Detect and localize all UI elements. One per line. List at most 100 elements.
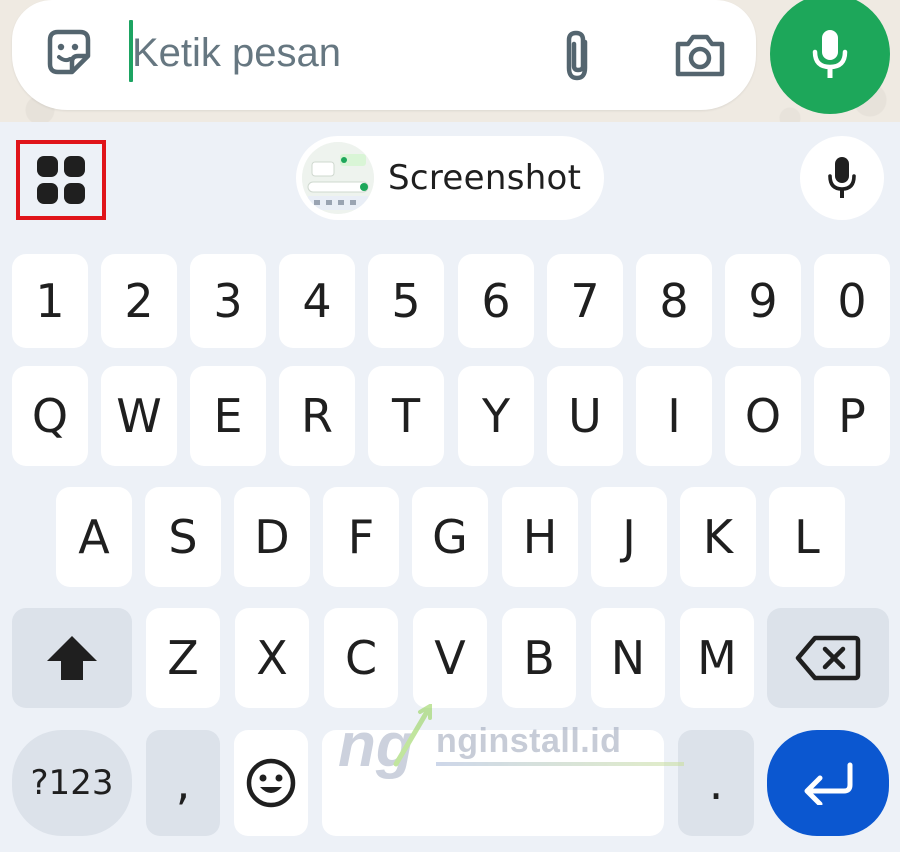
key-letter-k[interactable]: K [680,487,756,587]
key-letter-m[interactable]: M [680,608,754,708]
key-label: Y [481,389,511,443]
key-number-6[interactable]: 6 [458,254,534,348]
voice-message-button[interactable] [770,0,890,114]
camera-icon[interactable] [672,30,728,80]
key-letter-a[interactable]: A [56,487,132,587]
key-label: 6 [481,274,511,328]
key-label: C [344,631,378,685]
key-label: T [391,389,421,443]
key-label: O [744,389,782,443]
key-number-5[interactable]: 5 [368,254,444,348]
key-label: X [256,631,288,685]
key-letter-i[interactable]: I [636,366,712,466]
key-number-0[interactable]: 0 [814,254,890,348]
key-letter-j[interactable]: J [591,487,667,587]
key-letter-g[interactable]: G [412,487,488,587]
key-label: 1 [35,274,65,328]
key-label: 9 [748,274,778,328]
backspace-icon [795,635,861,681]
key-label: S [168,510,198,564]
key-letter-c[interactable]: C [324,608,398,708]
key-number-9[interactable]: 9 [725,254,801,348]
comma-key-label: , [175,756,191,810]
keyboard-voice-button[interactable] [800,136,884,220]
shift-key[interactable] [12,608,132,708]
key-letter-p[interactable]: P [814,366,890,466]
period-key[interactable]: . [678,730,754,836]
key-letter-y[interactable]: Y [458,366,534,466]
key-label: 5 [391,274,421,328]
key-label: V [434,631,466,685]
key-label: A [78,510,110,564]
key-label: M [697,631,737,685]
key-label: L [794,510,820,564]
chat-input-bar [0,0,900,122]
key-label: H [522,510,558,564]
key-letter-v[interactable]: V [413,608,487,708]
message-input[interactable] [132,24,532,82]
key-label: N [610,631,646,685]
key-letter-e[interactable]: E [190,366,266,466]
key-label: R [301,389,333,443]
key-number-7[interactable]: 7 [547,254,623,348]
screenshot-thumbnail [302,142,374,214]
key-letter-x[interactable]: X [235,608,309,708]
enter-key[interactable] [767,730,889,836]
key-letter-o[interactable]: O [725,366,801,466]
sticker-icon[interactable] [42,26,96,80]
key-label: 3 [213,274,243,328]
key-label: Q [31,389,69,443]
keyboard-apps-button[interactable] [16,140,106,220]
key-label: F [347,510,375,564]
comma-key[interactable]: , [146,730,220,836]
key-letter-w[interactable]: W [101,366,177,466]
period-key-label: . [708,756,724,810]
symbols-key[interactable]: ?123 [12,730,132,836]
key-letter-n[interactable]: N [591,608,665,708]
key-letter-b[interactable]: B [502,608,576,708]
clipboard-chip-label: Screenshot [388,158,582,198]
key-letter-f[interactable]: F [323,487,399,587]
key-label: 0 [837,274,867,328]
shift-arrow-icon [47,636,97,680]
key-letter-r[interactable]: R [279,366,355,466]
key-label: 7 [570,274,600,328]
key-label: J [622,510,636,564]
key-label: B [523,631,555,685]
microphone-icon [812,30,848,78]
key-number-2[interactable]: 2 [101,254,177,348]
emoji-key[interactable] [234,730,308,836]
key-label: G [432,510,468,564]
key-number-1[interactable]: 1 [12,254,88,348]
key-letter-s[interactable]: S [145,487,221,587]
key-label: Z [167,631,199,685]
key-label: 8 [659,274,689,328]
paperclip-icon[interactable] [557,28,599,84]
key-number-3[interactable]: 3 [190,254,266,348]
key-label: K [702,510,734,564]
key-letter-u[interactable]: U [547,366,623,466]
enter-arrow-icon [804,762,853,805]
key-label: 4 [302,274,332,328]
key-letter-z[interactable]: Z [146,608,220,708]
key-label: 2 [124,274,154,328]
key-letter-t[interactable]: T [368,366,444,466]
key-number-8[interactable]: 8 [636,254,712,348]
key-letter-h[interactable]: H [502,487,578,587]
grid-apps-icon [37,156,85,204]
symbols-key-label: ?123 [30,763,114,803]
key-number-4[interactable]: 4 [279,254,355,348]
backspace-key[interactable] [767,608,889,708]
key-letter-l[interactable]: L [769,487,845,587]
space-key[interactable] [322,730,664,836]
key-letter-d[interactable]: D [234,487,310,587]
microphone-icon [828,157,856,198]
key-letter-q[interactable]: Q [12,366,88,466]
smiley-icon [246,758,296,808]
key-label: W [116,389,162,443]
key-label: I [667,389,681,443]
clipboard-suggestion-chip[interactable]: Screenshot [296,136,604,220]
key-label: U [568,389,602,443]
message-box[interactable] [12,0,756,110]
key-label: E [213,389,243,443]
